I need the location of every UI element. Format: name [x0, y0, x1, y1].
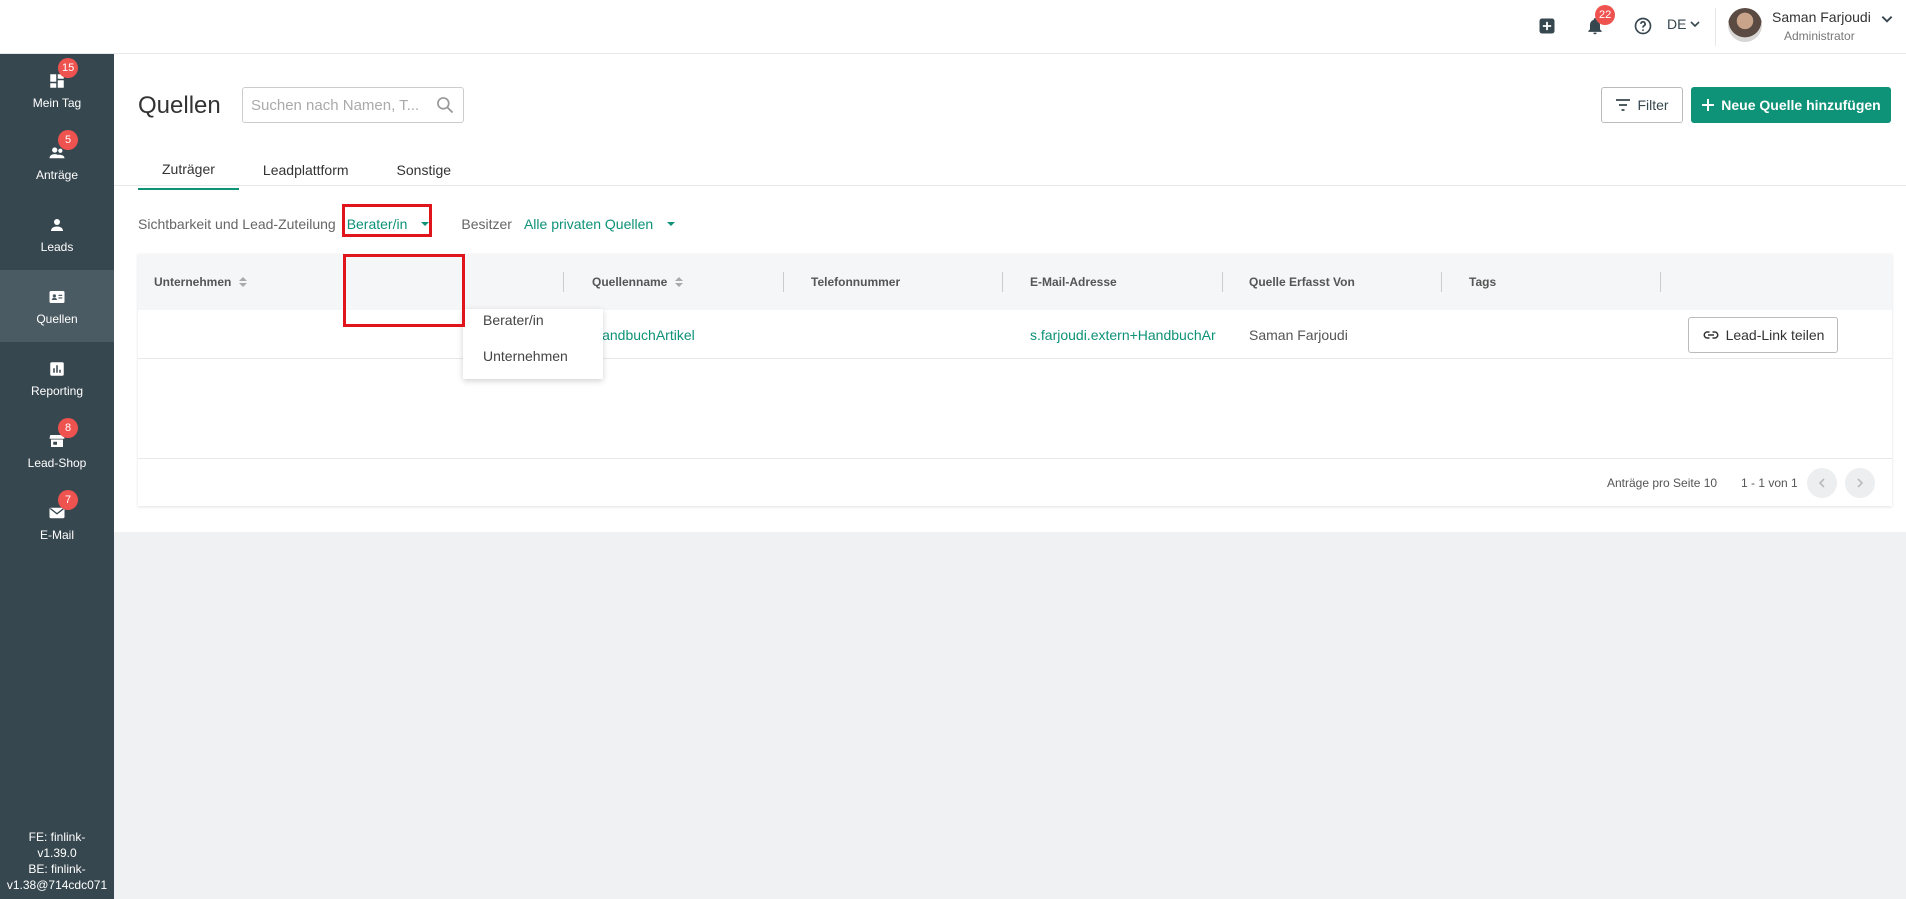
- avatar[interactable]: [1728, 8, 1762, 42]
- column-header-label: Quellenname: [592, 275, 668, 289]
- column-header: E-Mail-Adresse: [1030, 275, 1117, 289]
- column-header[interactable]: Unternehmen: [154, 254, 248, 310]
- filter-button[interactable]: Filter: [1601, 87, 1683, 123]
- sidebar-item-mein-tag[interactable]: 15 Mein Tag: [0, 54, 114, 126]
- version-line: v1.39.0: [37, 846, 77, 860]
- add-source-button[interactable]: Neue Quelle hinzufügen: [1691, 87, 1891, 123]
- cell-quellenname[interactable]: HandbuchArtikel: [592, 310, 772, 359]
- pagination-range: 1 - 1 von 1: [1741, 476, 1798, 490]
- column-divider: [563, 272, 564, 292]
- column-divider: [1222, 272, 1223, 292]
- sidebar-item-label: E-Mail: [39, 528, 74, 542]
- owner-value: Alle privaten Quellen: [523, 216, 654, 232]
- help-icon[interactable]: [1631, 14, 1655, 38]
- nav-badge: 15: [58, 58, 79, 78]
- tab-sonstige[interactable]: Sonstige: [373, 150, 475, 190]
- notification-badge: 22: [1595, 5, 1616, 25]
- sidebar-item-label: Mein Tag: [32, 96, 82, 110]
- nav-badge: 5: [58, 130, 78, 150]
- annotation-highlight: [342, 204, 432, 237]
- add-source-label: Neue Quelle hinzufügen: [1721, 97, 1881, 113]
- sidebar-item-label: Quellen: [36, 312, 78, 326]
- column-header-label: Unternehmen: [154, 275, 232, 289]
- sort-icon[interactable]: [239, 277, 248, 287]
- person-icon: [46, 214, 68, 236]
- column-header: Tags: [1469, 275, 1497, 289]
- chevron-right-icon[interactable]: [1845, 468, 1875, 498]
- sidebar-item-label: Reporting: [30, 384, 84, 398]
- cell-email[interactable]: s.farjoudi.extern+HandbuchAr: [1030, 310, 1218, 359]
- sort-icon[interactable]: [675, 277, 684, 287]
- visibility-dropdown-menu: Berater/in Unternehmen: [463, 309, 603, 379]
- tab-zutraeger[interactable]: Zuträger: [138, 150, 239, 190]
- table-footer: Anträge pro Seite 10 1 - 1 von 1: [138, 458, 1892, 506]
- language-label: DE: [1667, 16, 1687, 32]
- plus-icon: [1702, 99, 1715, 111]
- add-box-icon[interactable]: [1535, 14, 1559, 38]
- column-divider: [1441, 272, 1442, 292]
- page-title: Quellen: [138, 92, 221, 119]
- cell-tags: [1469, 310, 1649, 359]
- tab-leadplattform[interactable]: Leadplattform: [239, 150, 373, 190]
- version-line: BE: finlink-: [28, 862, 86, 876]
- sidebar-item-label: Leads: [40, 240, 74, 254]
- search-icon[interactable]: [435, 95, 455, 115]
- chart-icon: [46, 358, 68, 380]
- column-divider: [1002, 272, 1003, 292]
- chevron-left-icon[interactable]: [1807, 468, 1837, 498]
- dropdown-option-berater[interactable]: Berater/in: [483, 312, 544, 328]
- mail-icon: 7: [46, 490, 78, 524]
- caret-down-icon: [667, 222, 676, 226]
- tabs-divider: [114, 185, 1906, 186]
- column-divider: [1660, 272, 1661, 292]
- tab-bar: Zuträger Leadplattform Sonstige: [138, 150, 475, 190]
- version-info: FE: finlink- v1.39.0 BE: finlink- v1.38@…: [0, 829, 114, 893]
- sidebar-item-label: Anträge: [35, 168, 79, 182]
- filter-icon: [1616, 99, 1631, 111]
- bell-icon[interactable]: 22: [1583, 5, 1616, 38]
- chevron-down-icon: [1690, 21, 1701, 28]
- visibility-label: Sichtbarkeit und Lead-Zuteilung: [138, 216, 336, 232]
- share-lead-link-button[interactable]: Lead-Link teilen: [1688, 317, 1838, 353]
- contact-card-icon: [46, 286, 68, 308]
- cell-telefon: [811, 310, 991, 359]
- sidebar: 15 Mein Tag 5 Anträge Leads Quellen Repo…: [0, 54, 114, 899]
- filter-button-label: Filter: [1637, 97, 1669, 113]
- sidebar-item-leads[interactable]: Leads: [0, 198, 114, 270]
- chevron-down-icon[interactable]: [1880, 12, 1894, 26]
- link-icon: [1703, 331, 1718, 339]
- rows-per-page[interactable]: Anträge pro Seite 10: [1607, 476, 1717, 490]
- search-box: [242, 87, 464, 123]
- sidebar-item-e-mail[interactable]: 7 E-Mail: [0, 486, 114, 558]
- sidebar-item-quellen[interactable]: Quellen: [0, 270, 114, 342]
- nav-badge: 8: [58, 418, 78, 438]
- store-icon: 8: [46, 418, 78, 452]
- language-selector[interactable]: DE: [1667, 16, 1701, 32]
- version-line: FE: finlink-: [28, 830, 86, 844]
- main-content: Quellen Filter Neue Quelle hinzufügen Zu…: [114, 54, 1906, 532]
- owner-dropdown[interactable]: Alle privaten Quellen: [523, 216, 676, 232]
- column-header: Quelle Erfasst Von: [1249, 275, 1355, 289]
- share-lead-link-label: Lead-Link teilen: [1725, 327, 1825, 343]
- top-bar: 22 DE Saman Farjoudi Administrator: [0, 0, 1906, 54]
- user-role: Administrator: [1784, 29, 1855, 43]
- annotation-highlight: [343, 254, 465, 327]
- search-input[interactable]: [251, 96, 431, 114]
- divider: [1715, 8, 1716, 46]
- column-header: Telefonnummer: [811, 275, 901, 289]
- sidebar-item-reporting[interactable]: Reporting: [0, 342, 114, 414]
- owner-label: Besitzer: [461, 216, 512, 232]
- dashboard-icon: 15: [46, 58, 79, 92]
- column-header[interactable]: Quellenname: [592, 254, 684, 310]
- nav-badge: 7: [58, 490, 78, 510]
- column-divider: [783, 272, 784, 292]
- sidebar-item-label: Lead-Shop: [27, 456, 87, 470]
- version-line: v1.38@714cdc071: [6, 878, 108, 892]
- user-name[interactable]: Saman Farjoudi: [1772, 9, 1871, 25]
- sidebar-item-lead-shop[interactable]: 8 Lead-Shop: [0, 414, 114, 486]
- people-icon: 5: [46, 130, 78, 164]
- sidebar-item-antraege[interactable]: 5 Anträge: [0, 126, 114, 198]
- dropdown-option-unternehmen[interactable]: Unternehmen: [483, 348, 568, 364]
- cell-erfasst-von: Saman Farjoudi: [1249, 326, 1348, 343]
